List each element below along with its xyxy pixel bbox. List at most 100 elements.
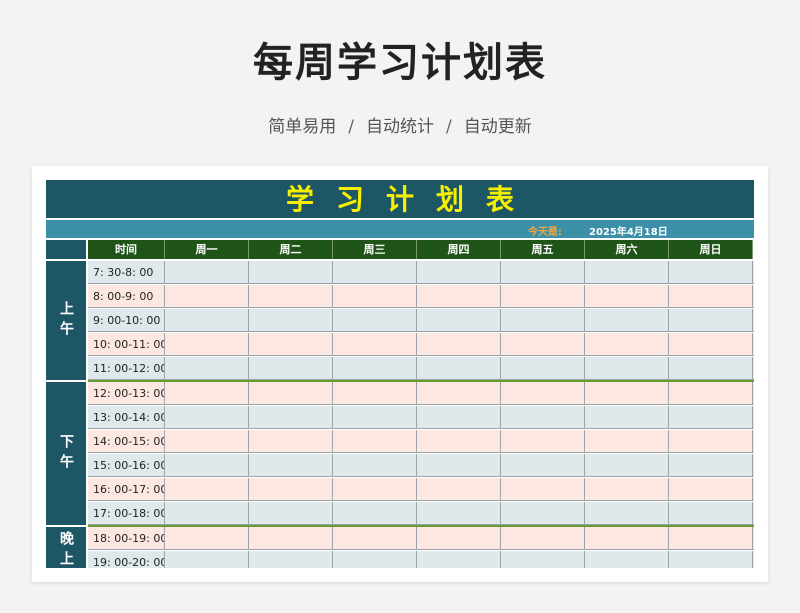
column-header-day: 周四 (417, 240, 501, 259)
schedule-cell[interactable] (165, 527, 249, 550)
schedule-cell[interactable] (333, 382, 417, 405)
schedule-cell[interactable] (501, 309, 585, 332)
schedule-cell[interactable] (165, 261, 249, 284)
schedule-cell[interactable] (333, 430, 417, 453)
schedule-cell[interactable] (669, 285, 753, 308)
schedule-cell[interactable] (585, 478, 669, 501)
schedule-cell[interactable] (165, 309, 249, 332)
schedule-cell[interactable] (501, 430, 585, 453)
schedule-cell[interactable] (165, 551, 249, 568)
sheet-banner: 学习计划表 (46, 180, 754, 218)
schedule-cell[interactable] (669, 478, 753, 501)
schedule-cell[interactable] (417, 333, 501, 356)
schedule-cell[interactable] (165, 406, 249, 429)
schedule-cell[interactable] (585, 285, 669, 308)
schedule-cell[interactable] (417, 551, 501, 568)
schedule-cell[interactable] (249, 382, 333, 405)
schedule-cell[interactable] (333, 527, 417, 550)
schedule-cell[interactable] (501, 333, 585, 356)
time-slot-label: 14: 00-15: 00 (88, 430, 165, 453)
schedule-cell[interactable] (333, 478, 417, 501)
schedule-cell[interactable] (417, 527, 501, 550)
schedule-cell[interactable] (585, 454, 669, 477)
schedule-cell[interactable] (501, 285, 585, 308)
schedule-cell[interactable] (333, 551, 417, 568)
schedule-cell[interactable] (501, 382, 585, 405)
schedule-row: 17: 00-18: 00 (88, 502, 754, 525)
schedule-cell[interactable] (249, 333, 333, 356)
schedule-cell[interactable] (669, 357, 753, 380)
schedule-cell[interactable] (501, 406, 585, 429)
column-header-day: 周日 (669, 240, 753, 259)
schedule-cell[interactable] (333, 502, 417, 525)
schedule-cell[interactable] (165, 430, 249, 453)
schedule-cell[interactable] (669, 309, 753, 332)
schedule-cell[interactable] (165, 285, 249, 308)
schedule-cell[interactable] (501, 527, 585, 550)
schedule-cell[interactable] (333, 333, 417, 356)
schedule-cell[interactable] (249, 406, 333, 429)
schedule-cell[interactable] (417, 406, 501, 429)
schedule-cell[interactable] (249, 502, 333, 525)
schedule-cell[interactable] (501, 502, 585, 525)
schedule-cell[interactable] (333, 261, 417, 284)
schedule-cell[interactable] (501, 357, 585, 380)
schedule-cell[interactable] (417, 285, 501, 308)
schedule-cell[interactable] (249, 285, 333, 308)
schedule-cell[interactable] (333, 406, 417, 429)
schedule-cell[interactable] (669, 551, 753, 568)
schedule-cell[interactable] (669, 502, 753, 525)
schedule-cell[interactable] (417, 502, 501, 525)
schedule-cell[interactable] (669, 382, 753, 405)
schedule-cell[interactable] (585, 333, 669, 356)
schedule-row: 19: 00-20: 00 (88, 551, 754, 568)
schedule-cell[interactable] (585, 406, 669, 429)
schedule-cell[interactable] (165, 333, 249, 356)
schedule-cell[interactable] (669, 261, 753, 284)
schedule-cell[interactable] (585, 551, 669, 568)
schedule-cell[interactable] (417, 478, 501, 501)
schedule-cell[interactable] (249, 261, 333, 284)
schedule-cell[interactable] (249, 430, 333, 453)
schedule-cell[interactable] (417, 357, 501, 380)
schedule-cell[interactable] (249, 454, 333, 477)
schedule-cell[interactable] (417, 261, 501, 284)
schedule-cell[interactable] (585, 309, 669, 332)
schedule-cell[interactable] (585, 357, 669, 380)
schedule-row: 16: 00-17: 00 (88, 478, 754, 501)
schedule-cell[interactable] (585, 527, 669, 550)
schedule-cell[interactable] (417, 309, 501, 332)
schedule-cell[interactable] (249, 478, 333, 501)
schedule-cell[interactable] (669, 430, 753, 453)
schedule-cell[interactable] (669, 454, 753, 477)
schedule-cell[interactable] (333, 357, 417, 380)
schedule-cell[interactable] (333, 309, 417, 332)
schedule-cell[interactable] (417, 382, 501, 405)
schedule-cell[interactable] (669, 527, 753, 550)
schedule-cell[interactable] (585, 430, 669, 453)
schedule-cell[interactable] (249, 551, 333, 568)
schedule-cell[interactable] (249, 527, 333, 550)
schedule-cell[interactable] (165, 502, 249, 525)
schedule-cell[interactable] (417, 430, 501, 453)
schedule-cell[interactable] (165, 454, 249, 477)
schedule-cell[interactable] (333, 285, 417, 308)
schedule-cell[interactable] (585, 502, 669, 525)
schedule-cell[interactable] (669, 406, 753, 429)
schedule-cell[interactable] (165, 382, 249, 405)
schedule-cell[interactable] (501, 478, 585, 501)
schedule-cell[interactable] (585, 261, 669, 284)
schedule-cell[interactable] (417, 454, 501, 477)
schedule-cell[interactable] (585, 382, 669, 405)
time-slot-label: 17: 00-18: 00 (88, 502, 165, 525)
schedule-cell[interactable] (501, 261, 585, 284)
schedule-cell[interactable] (501, 454, 585, 477)
period-label: 下午 (46, 382, 86, 525)
schedule-cell[interactable] (501, 551, 585, 568)
schedule-cell[interactable] (165, 478, 249, 501)
schedule-cell[interactable] (249, 309, 333, 332)
schedule-cell[interactable] (333, 454, 417, 477)
schedule-cell[interactable] (249, 357, 333, 380)
schedule-cell[interactable] (165, 357, 249, 380)
schedule-cell[interactable] (669, 333, 753, 356)
